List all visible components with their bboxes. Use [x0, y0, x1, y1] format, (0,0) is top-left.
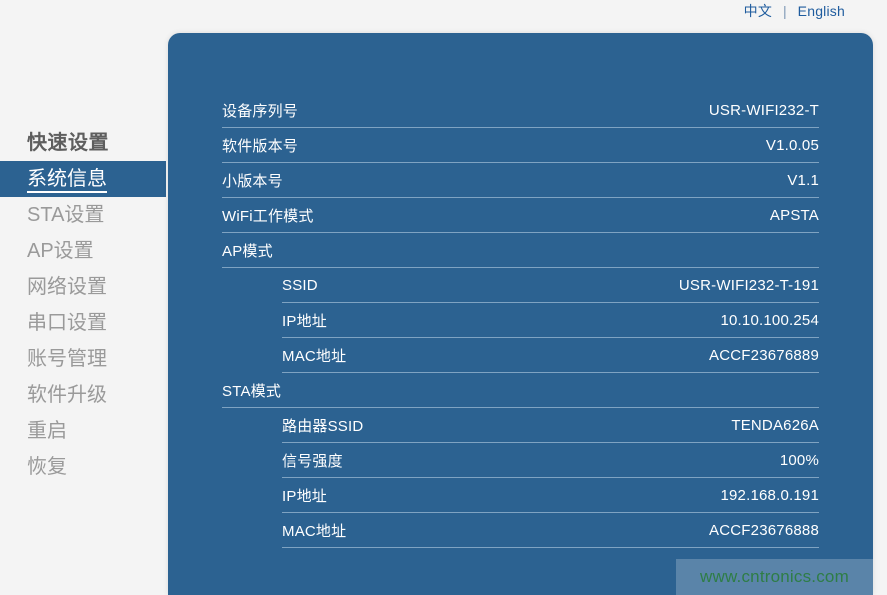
sidebar-item-4[interactable]: 网络设置 — [0, 269, 166, 305]
info-row-label: MAC地址 — [282, 520, 346, 541]
info-row-label: SSID — [282, 277, 318, 294]
info-row-label: STA模式 — [222, 380, 281, 401]
info-row: STA模式 — [222, 373, 819, 408]
info-row: 设备序列号 USR-WIFI232-T — [222, 93, 819, 128]
info-row: SSID USR-WIFI232-T-191 — [282, 268, 819, 303]
sidebar-item-label: AP设置 — [27, 240, 94, 262]
sidebar-item-6[interactable]: 账号管理 — [0, 341, 166, 377]
info-row: WiFi工作模式 APSTA — [222, 198, 819, 233]
info-row-value: V1.0.05 — [766, 137, 819, 154]
info-row-value: APSTA — [770, 207, 819, 224]
watermark-text: www.cntronics.com — [700, 567, 849, 587]
sidebar-item-label: 重启 — [27, 420, 67, 442]
info-row-label: 路由器SSID — [282, 415, 363, 436]
sidebar-item-label: 网络设置 — [27, 276, 107, 298]
language-bar: 中文 | English — [0, 0, 887, 22]
sidebar-item-label: 快速设置 — [27, 132, 109, 154]
sidebar-item-1[interactable]: 系统信息 — [0, 161, 166, 197]
info-row-value: ACCF23676888 — [709, 522, 819, 539]
info-row-label: 软件版本号 — [222, 135, 298, 156]
sidebar-item-label: 系统信息 — [27, 168, 107, 193]
language-link-english[interactable]: English — [798, 3, 845, 19]
info-row-label: IP地址 — [282, 310, 327, 331]
system-info-panel: 设备序列号 USR-WIFI232-T 软件版本号 V1.0.05 小版本号 V1.1 Wi… — [168, 33, 873, 595]
info-row-label: AP模式 — [222, 240, 273, 261]
info-row-value: 192.168.0.191 — [720, 487, 819, 504]
info-row: MAC地址 ACCF23676889 — [282, 338, 819, 373]
watermark: www.cntronics.com — [676, 559, 873, 595]
info-row-label: MAC地址 — [282, 345, 346, 366]
info-row: IP地址 192.168.0.191 — [282, 478, 819, 513]
system-info-rows: 设备序列号 USR-WIFI232-T 软件版本号 V1.0.05 小版本号 V1.1 Wi… — [222, 93, 819, 548]
language-link-chinese[interactable]: 中文 — [744, 1, 772, 21]
sidebar-item-label: 串口设置 — [27, 312, 107, 334]
info-row-value: V1.1 — [787, 172, 819, 189]
language-separator: | — [783, 3, 787, 19]
info-row: 小版本号 V1.1 — [222, 163, 819, 198]
info-row: 软件版本号 V1.0.05 — [222, 128, 819, 163]
sidebar-item-7[interactable]: 软件升级 — [0, 377, 166, 413]
sidebar-item-8[interactable]: 重启 — [0, 413, 166, 449]
info-row: 路由器SSID TENDA626A — [282, 408, 819, 443]
sidebar-item-label: 恢复 — [27, 456, 67, 478]
sidebar: 快速设置系统信息 STA设置 AP设置网络设置串口设置账号管理软件升级重启恢复 — [0, 22, 166, 595]
info-row-value: TENDA626A — [731, 417, 819, 434]
sidebar-item-3[interactable]: AP设置 — [0, 233, 166, 269]
sidebar-item-label: 软件升级 — [27, 384, 107, 406]
sidebar-item-2[interactable]: STA设置 — [0, 197, 166, 233]
info-row-label: 小版本号 — [222, 170, 283, 191]
info-row: 信号强度 100% — [282, 443, 819, 478]
info-row-value: ACCF23676889 — [709, 347, 819, 364]
sidebar-item-label: 账号管理 — [27, 348, 107, 370]
info-row-label: 设备序列号 — [222, 100, 298, 121]
info-row-value: 100% — [780, 452, 819, 469]
info-row-value: 10.10.100.254 — [720, 312, 819, 329]
page-root: 中文 | English 快速设置系统信息 STA设置 AP设置网络设置串口设置账号… — [0, 0, 887, 595]
info-row: MAC地址 ACCF23676888 — [282, 513, 819, 548]
sidebar-item-9[interactable]: 恢复 — [0, 449, 166, 485]
info-row-label: 信号强度 — [282, 450, 343, 471]
sidebar-item-label: STA设置 — [27, 204, 104, 226]
info-row-label: WiFi工作模式 — [222, 205, 314, 226]
info-row-label: IP地址 — [282, 485, 327, 506]
info-row-value: USR-WIFI232-T-191 — [679, 277, 819, 294]
sidebar-item-0[interactable]: 快速设置 — [0, 125, 166, 161]
info-row-value: USR-WIFI232-T — [709, 102, 819, 119]
sidebar-menu: 快速设置系统信息 STA设置 AP设置网络设置串口设置账号管理软件升级重启恢复 — [0, 125, 166, 485]
sidebar-item-5[interactable]: 串口设置 — [0, 305, 166, 341]
info-row: IP地址 10.10.100.254 — [282, 303, 819, 338]
info-row: AP模式 — [222, 233, 819, 268]
